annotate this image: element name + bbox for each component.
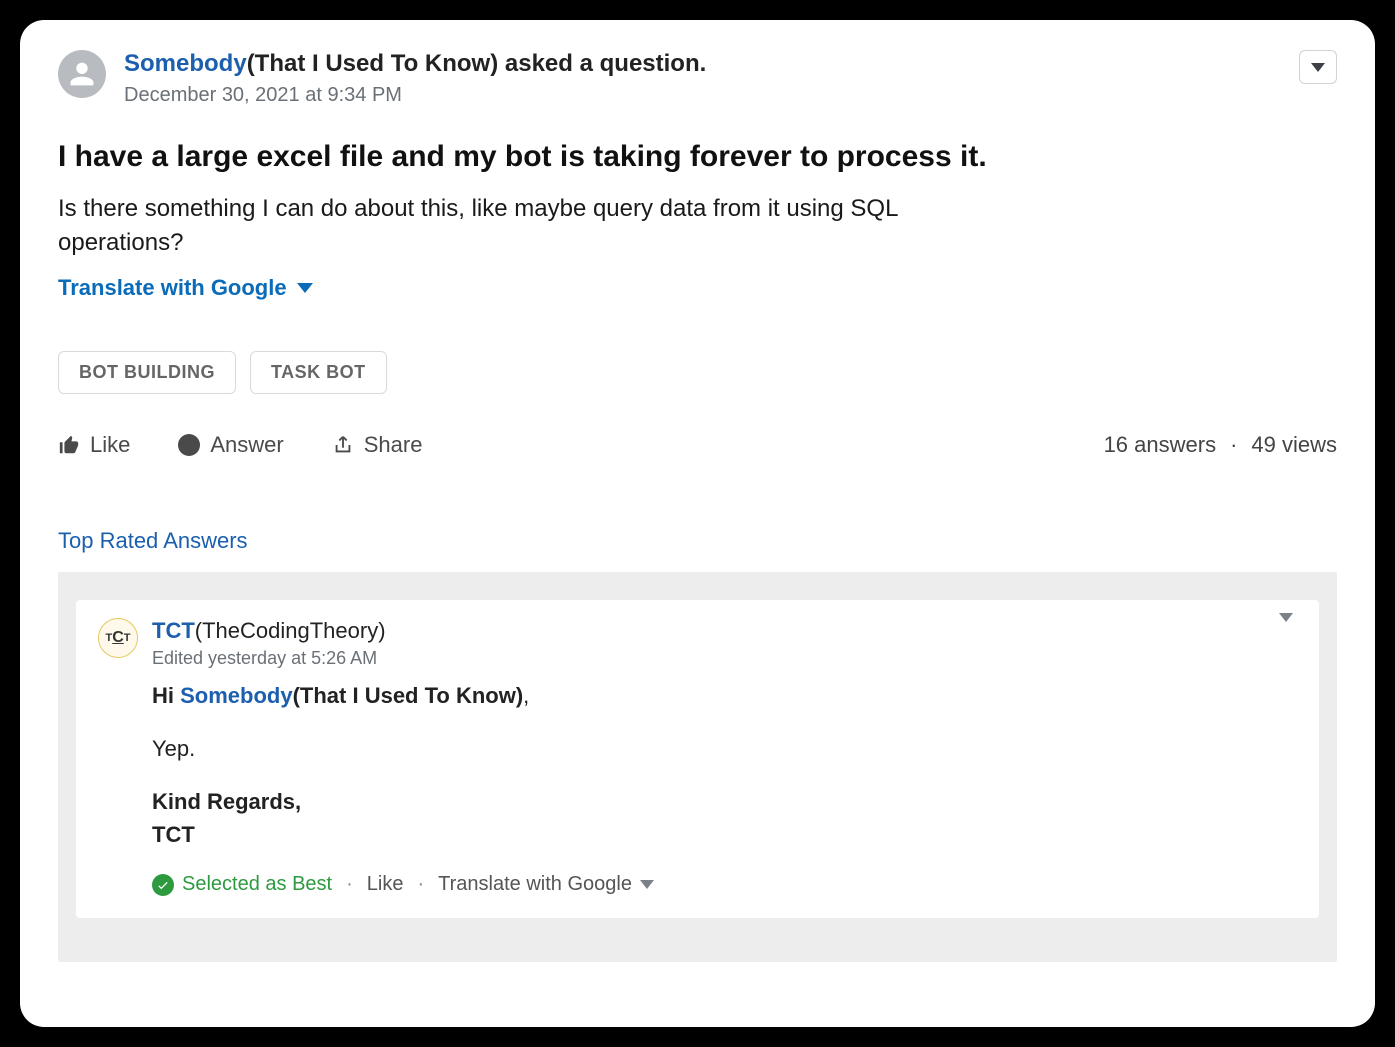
answer-actions: Selected as Best · Like · Translate with… xyxy=(152,873,1297,896)
chevron-down-icon xyxy=(1311,63,1325,72)
edited-timestamp: Edited yesterday at 5:26 AM xyxy=(152,648,1261,669)
asker-text-block: Somebody(That I Used To Know) asked a qu… xyxy=(124,50,1337,107)
top-rated-answers-label: Top Rated Answers xyxy=(58,528,1337,554)
mention-subtitle: (That I Used To Know) xyxy=(293,683,524,708)
interaction-row: Like Answer Share 16 answers · 49 views xyxy=(58,432,1337,458)
answer-menu-button[interactable] xyxy=(1275,618,1297,644)
answer-translate-label: Translate with Google xyxy=(438,873,632,896)
like-button[interactable]: Like xyxy=(58,432,130,458)
signoff-line-2: TCT xyxy=(152,818,1297,851)
tag-task-bot[interactable]: TASK BOT xyxy=(250,351,387,394)
answer-text: Yep. xyxy=(152,732,1297,765)
answer-translate-button[interactable]: Translate with Google xyxy=(438,873,654,896)
answer-card: TCT TCT(TheCodingTheory) Edited yesterda… xyxy=(76,600,1319,918)
question-body: Is there something I can do about this, … xyxy=(58,192,918,262)
answer-like-button[interactable]: Like xyxy=(367,873,404,896)
answer-meta: TCT(TheCodingTheory) Edited yesterday at… xyxy=(152,618,1261,669)
answer-label: Answer xyxy=(210,432,283,458)
answerer-line: TCT(TheCodingTheory) xyxy=(152,618,1261,644)
answers-count: 16 answers xyxy=(1104,432,1217,458)
share-label: Share xyxy=(364,432,423,458)
chevron-down-icon xyxy=(297,283,313,293)
separator: · xyxy=(346,873,353,896)
question-header: Somebody(That I Used To Know) asked a qu… xyxy=(58,50,1337,107)
speech-bubble-icon xyxy=(178,434,200,456)
post-date: December 30, 2021 at 9:34 PM xyxy=(124,84,1337,107)
selected-as-best-label: Selected as Best xyxy=(182,873,332,896)
asker-name-link[interactable]: Somebody xyxy=(124,50,247,77)
signoff-line-1: Kind Regards, xyxy=(152,785,1297,818)
asker-avatar[interactable] xyxy=(58,50,106,98)
thumb-up-icon xyxy=(58,434,80,456)
asked-suffix: asked a question. xyxy=(498,50,706,77)
greeting-line: Hi Somebody(That I Used To Know), xyxy=(152,679,1297,712)
question-title: I have a large excel file and my bot is … xyxy=(58,137,1337,178)
selected-as-best-badge: Selected as Best xyxy=(152,873,332,896)
mention-trailing: , xyxy=(523,683,529,708)
tags-row: BOT BUILDING TASK BOT xyxy=(58,351,1337,394)
stats-separator: · xyxy=(1228,432,1239,458)
person-icon xyxy=(68,60,96,88)
answerer-subtitle: (TheCodingTheory) xyxy=(195,618,386,643)
mention-link[interactable]: Somebody xyxy=(180,683,292,708)
views-count: 49 views xyxy=(1251,432,1337,458)
chevron-down-icon xyxy=(640,880,654,889)
signoff: Kind Regards, TCT xyxy=(152,785,1297,851)
share-icon xyxy=(332,434,354,456)
answer-body: Hi Somebody(That I Used To Know), Yep. K… xyxy=(152,679,1297,851)
share-button[interactable]: Share xyxy=(332,432,423,458)
answerer-name-link[interactable]: TCT xyxy=(152,618,195,643)
answer-button[interactable]: Answer xyxy=(178,432,283,458)
answers-section: TCT TCT(TheCodingTheory) Edited yesterda… xyxy=(58,572,1337,962)
post-stats: 16 answers · 49 views xyxy=(1104,432,1337,458)
separator: · xyxy=(417,873,424,896)
asker-line: Somebody(That I Used To Know) asked a qu… xyxy=(124,50,1337,78)
greeting-prefix: Hi xyxy=(152,683,180,708)
check-circle-icon xyxy=(152,874,174,896)
translate-button[interactable]: Translate with Google xyxy=(58,275,313,301)
like-label: Like xyxy=(90,432,130,458)
translate-label: Translate with Google xyxy=(58,275,287,301)
asker-subtitle: (That I Used To Know) xyxy=(247,50,499,77)
post-menu-button[interactable] xyxy=(1299,50,1337,84)
answer-header: TCT TCT(TheCodingTheory) Edited yesterda… xyxy=(98,618,1297,669)
forum-post-card: Somebody(That I Used To Know) asked a qu… xyxy=(20,20,1375,1027)
answerer-avatar[interactable]: TCT xyxy=(98,618,138,658)
chevron-down-icon xyxy=(1279,613,1293,639)
tag-bot-building[interactable]: BOT BUILDING xyxy=(58,351,236,394)
